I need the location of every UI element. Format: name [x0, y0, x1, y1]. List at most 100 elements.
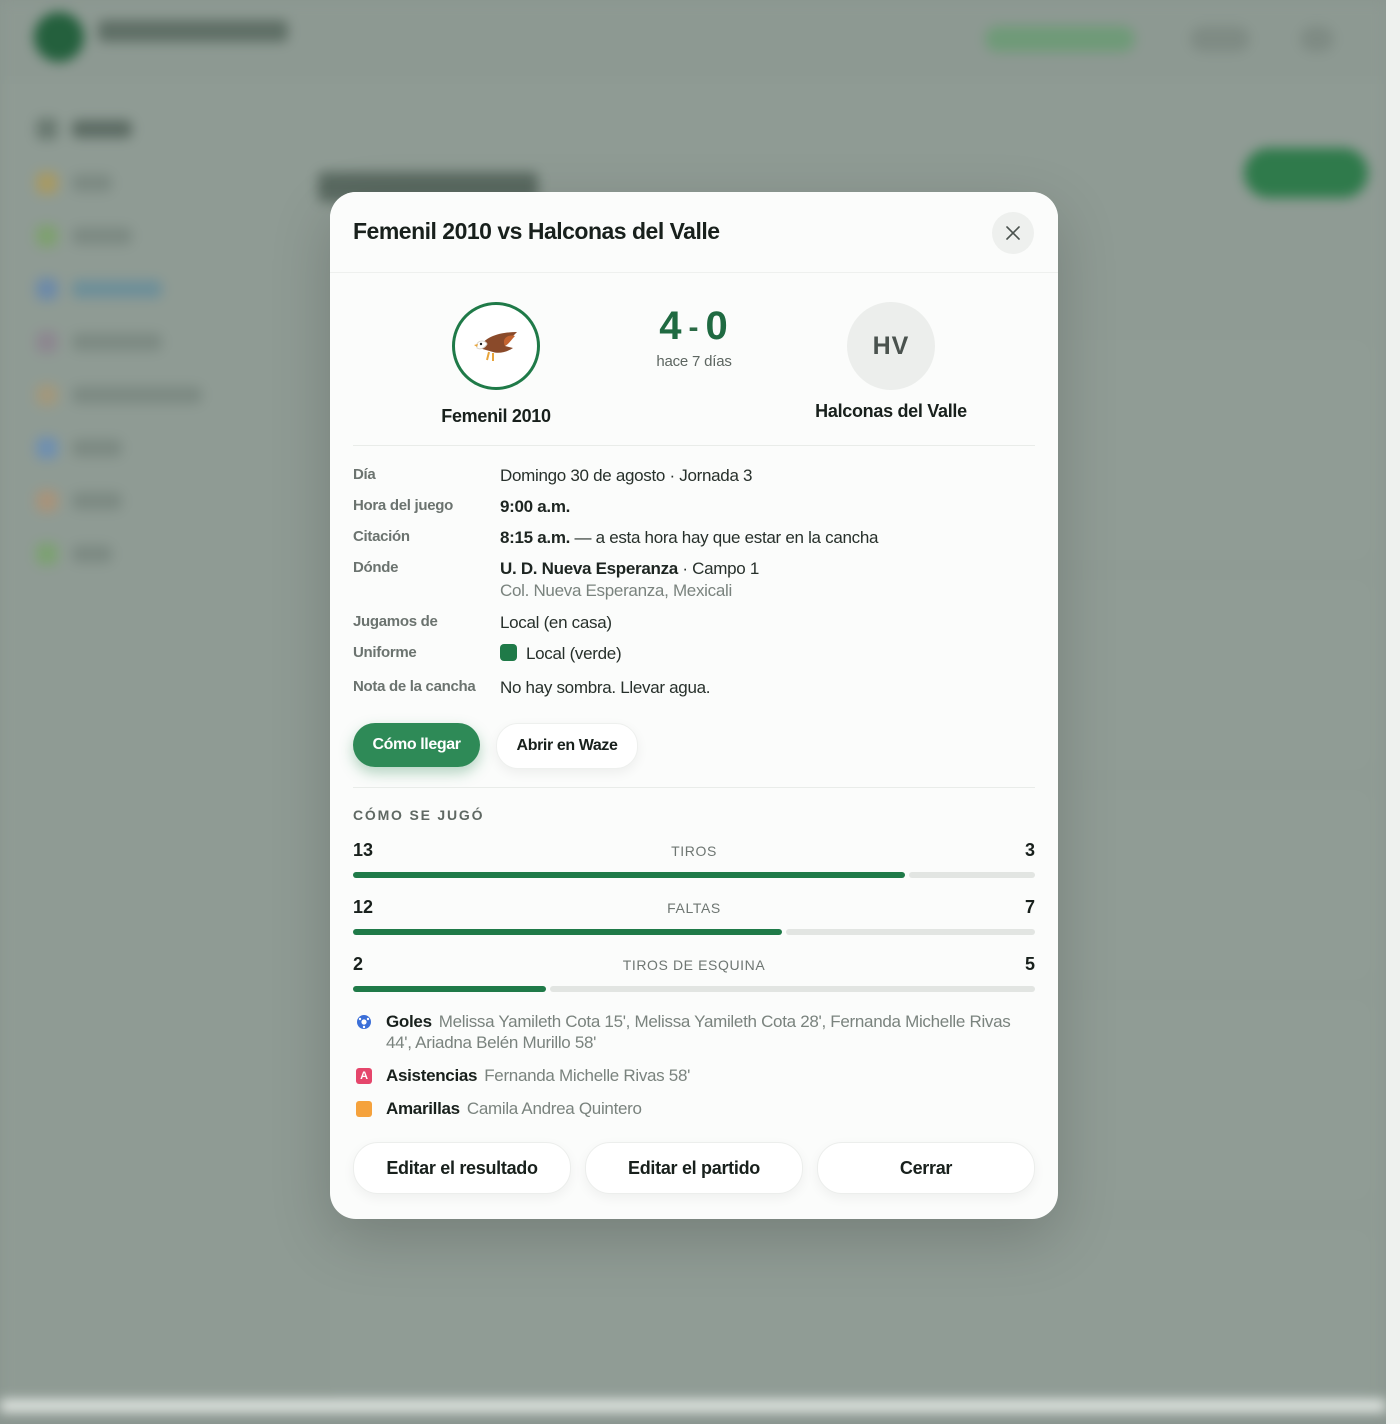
- assist-icon: A: [356, 1068, 372, 1084]
- stat-row: 13 TIROS 3: [353, 840, 1035, 890]
- detail-label: Citación: [353, 528, 410, 545]
- match-detail-modal: Femenil 2010 vs Halconas del Valle Femen…: [330, 192, 1058, 1219]
- stat-away-value: 3: [1024, 840, 1035, 860]
- sidebar-icon: [36, 543, 58, 565]
- stat-row: 12 FALTAS 7: [353, 897, 1035, 947]
- sidebar-item: [72, 333, 162, 351]
- stat-away-value: 7: [1024, 897, 1035, 917]
- stat-bar-home: [353, 872, 906, 878]
- close-modal-button[interactable]: Cerrar: [817, 1142, 1035, 1194]
- detail-label: Dónde: [353, 559, 399, 576]
- detail-value: Domingo 30 de agosto · Jornada 3: [500, 466, 753, 485]
- stat-bar-away: [909, 872, 1035, 878]
- sidebar-icon: [36, 278, 58, 300]
- match-card: [330, 1230, 1370, 1400]
- home-team-crest: [452, 302, 540, 390]
- detail-value: Local (verde): [500, 644, 622, 664]
- uniform-name: Local (verde): [526, 644, 622, 663]
- eagle-icon: [474, 332, 517, 361]
- sidebar-icon: [36, 118, 58, 140]
- call-time: 8:15 a.m.: [500, 528, 571, 547]
- stat-bar: [353, 929, 1035, 935]
- detail-label: Nota de la cancha: [353, 678, 476, 695]
- header-pill: [1300, 26, 1334, 52]
- assists-text: Asistencias Fernanda Michelle Rivas 58': [386, 1065, 1035, 1086]
- detail-label: Uniforme: [353, 644, 417, 661]
- home-team-name: Femenil 2010: [441, 406, 551, 426]
- match-score: 4-0 hace 7 días: [594, 304, 794, 370]
- modal-title: Femenil 2010 vs Halconas del Valle: [353, 218, 720, 244]
- yellow-cards-text: Amarillas Camila Andrea Quintero: [386, 1098, 1035, 1119]
- call-time-note: — a esta hora hay que estar en la cancha: [570, 528, 879, 547]
- sidebar-icon: [36, 172, 58, 194]
- detail-value: Local (en casa): [500, 613, 612, 632]
- away-score: 0: [705, 304, 729, 348]
- uniform-color-swatch: [500, 644, 517, 661]
- header-pill: [985, 26, 1135, 52]
- detail-value: No hay sombra. Llevar agua.: [500, 678, 711, 697]
- detail-value: U. D. Nueva Esperanza · Campo 1: [500, 559, 759, 579]
- sidebar-icon: [36, 384, 58, 406]
- close-icon: [1006, 226, 1020, 240]
- away-team-avatar: HV: [847, 302, 935, 390]
- modal-header: Femenil 2010 vs Halconas del Valle: [330, 192, 1058, 273]
- score-value: 4-0: [594, 304, 794, 349]
- sidebar-item: [72, 386, 202, 404]
- detail-label: Hora del juego: [353, 497, 453, 514]
- sidebar-icon: [36, 490, 58, 512]
- sidebar-icon: [36, 225, 58, 247]
- close-button[interactable]: [992, 212, 1034, 254]
- stat-bar-away: [549, 986, 1035, 992]
- stat-row: 2 TIROS DE ESQUINA 5: [353, 954, 1035, 1004]
- bottom-strip: [0, 1400, 1386, 1412]
- edit-match-button[interactable]: Editar el partido: [585, 1142, 803, 1194]
- edit-result-button[interactable]: Editar el resultado: [353, 1142, 571, 1194]
- game-time: 9:00 a.m.: [500, 497, 571, 516]
- waze-button[interactable]: Abrir en Waze: [496, 723, 638, 769]
- stat-bar-home: [353, 929, 782, 935]
- app-brand: [98, 20, 288, 42]
- soccer-ball-icon: [356, 1014, 372, 1030]
- away-team: HV Halconas del Valle: [781, 302, 1001, 422]
- stat-away-value: 5: [1024, 954, 1035, 974]
- venue-name: U. D. Nueva Esperanza: [500, 559, 678, 578]
- sidebar-item: [72, 492, 122, 510]
- detail-label: Día: [353, 466, 376, 483]
- page-scrollbar[interactable]: [1386, 0, 1400, 1424]
- detail-label: Jugamos de: [353, 613, 438, 630]
- new-match-button: [1244, 148, 1368, 198]
- sidebar-icon: [36, 437, 58, 459]
- stat-bar: [353, 986, 1035, 992]
- stat-label: TIROS DE ESQUINA: [622, 957, 766, 973]
- divider: [353, 787, 1035, 788]
- app-logo: [34, 12, 84, 62]
- directions-button[interactable]: Cómo llegar: [353, 723, 480, 767]
- detail-value: 9:00 a.m.: [500, 497, 570, 517]
- away-team-name: Halconas del Valle: [815, 401, 967, 421]
- venue-address: Col. Nueva Esperanza, Mexicali: [500, 581, 732, 600]
- detail-value: 8:15 a.m. — a esta hora hay que estar en…: [500, 528, 878, 548]
- sidebar-item: [72, 439, 122, 457]
- sidebar-item: [72, 227, 132, 245]
- home-score: 4: [659, 304, 683, 348]
- goals-label: Goles: [386, 1012, 432, 1031]
- assists-label: Asistencias: [386, 1066, 478, 1085]
- divider: [353, 445, 1035, 446]
- match-time-ago: hace 7 días: [656, 353, 732, 370]
- stat-bar-home: [353, 986, 546, 992]
- assists-value: Fernanda Michelle Rivas 58': [484, 1066, 691, 1085]
- sidebar-item: [72, 280, 162, 298]
- stat-bar: [353, 872, 1035, 878]
- stats-section-title: CÓMO SE JUGÓ: [353, 807, 485, 823]
- venue-field: · Campo 1: [677, 559, 760, 578]
- sidebar-item: [72, 545, 112, 563]
- header-pill: [1190, 26, 1250, 52]
- yellow-cards-value: Camila Andrea Quintero: [466, 1099, 642, 1118]
- goals-value: Melissa Yamileth Cota 15', Melissa Yamil…: [386, 1012, 1011, 1052]
- sidebar-item: [72, 120, 132, 138]
- yellow-card-icon: [356, 1101, 372, 1117]
- stat-label: TIROS: [671, 843, 717, 859]
- home-team: Femenil 2010: [386, 302, 606, 427]
- stat-label: FALTAS: [667, 900, 721, 916]
- yellow-cards-label: Amarillas: [386, 1099, 460, 1118]
